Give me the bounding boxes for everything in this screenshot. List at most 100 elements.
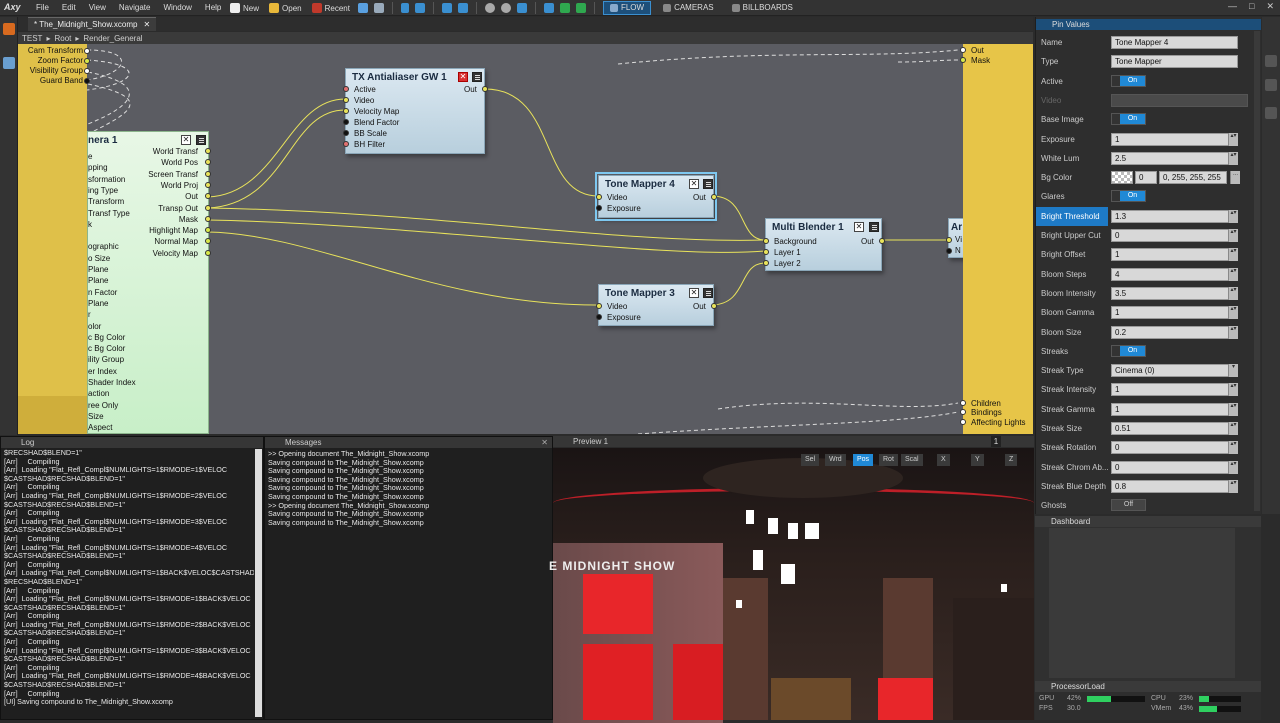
pin-value-select[interactable]: Cinema (0): [1111, 364, 1238, 378]
node-menu-icon[interactable]: [472, 72, 482, 82]
preview-viewport[interactable]: E MIDNIGHT SHOW: [549, 448, 1034, 723]
pin-row[interactable]: Base Image On: [1036, 110, 1262, 129]
pin-row[interactable]: Bloom Steps 4 ▴▾: [1036, 265, 1262, 284]
pin-dot[interactable]: [205, 181, 211, 188]
pin-row[interactable]: Streaks On: [1036, 342, 1262, 361]
mode-flow[interactable]: FLOW: [602, 1, 652, 15]
lock-icon[interactable]: [1265, 107, 1277, 119]
pin-dot[interactable]: [343, 97, 349, 103]
toggle-switch[interactable]: On: [1111, 190, 1146, 203]
pin-dot[interactable]: [205, 170, 211, 177]
pin-value-field[interactable]: Tone Mapper: [1111, 55, 1238, 69]
pin-value-field[interactable]: 1: [1111, 306, 1238, 320]
stop-icon[interactable]: [414, 3, 425, 13]
pin-value-field[interactable]: 1: [1111, 132, 1238, 146]
spinner-icon[interactable]: ▴▾: [1228, 229, 1238, 242]
pin-dot[interactable]: [960, 419, 966, 425]
toggle-switch[interactable]: On: [1111, 344, 1146, 357]
pin-value-field[interactable]: Tone Mapper 4: [1111, 36, 1238, 49]
pin-row[interactable]: Streak Gamma 1 ▴▾: [1036, 400, 1262, 419]
pin-value-field[interactable]: 0.51: [1111, 422, 1238, 435]
color-picker-button[interactable]: ...: [1230, 171, 1240, 185]
recent-button[interactable]: Recent: [310, 1, 352, 15]
antialiaser-node[interactable]: TX Antialiaser GW 1 ✕ Active Video Veloc…: [343, 68, 488, 154]
mode-billboards[interactable]: BILLBOARDS: [726, 1, 799, 15]
pin-value-field[interactable]: 1: [1111, 248, 1238, 262]
pin-row[interactable]: Bloom Gamma 1 ▴▾: [1036, 303, 1262, 322]
pin-dot[interactable]: [84, 68, 90, 74]
maximize-icon[interactable]: □: [1249, 1, 1254, 12]
save-icon[interactable]: [357, 3, 368, 13]
pin-dot[interactable]: [763, 249, 769, 255]
tone-mapper-4-node[interactable]: Tone Mapper 4 ✕ Video Exposure Out: [595, 172, 717, 221]
pin-dot[interactable]: [596, 314, 602, 320]
pin-dot[interactable]: [879, 238, 885, 244]
document-tab[interactable]: * The_Midnight_Show.xcomp ✕: [28, 17, 157, 31]
pin-row[interactable]: Bright Threshold 1.3 ▴▾: [1036, 206, 1262, 226]
mode-sel-button[interactable]: Sel: [801, 454, 820, 466]
zoom-in-icon[interactable]: [484, 3, 495, 13]
spinner-icon[interactable]: ▴▾: [1228, 286, 1238, 300]
axis-x-button[interactable]: X: [937, 454, 950, 466]
spinner-icon[interactable]: ▴▾: [1228, 422, 1238, 435]
pin-value-field[interactable]: 1: [1111, 383, 1238, 397]
close-node-icon[interactable]: ✕: [689, 288, 699, 298]
pin-row[interactable]: Streak Size 0.51 ▴▾: [1036, 419, 1262, 438]
pin-dot[interactable]: [596, 194, 602, 200]
axis-y-button[interactable]: Y: [971, 454, 984, 466]
pin-row[interactable]: Exposure 1 ▴▾: [1036, 130, 1262, 149]
pin-dot[interactable]: [960, 47, 966, 53]
spinner-icon[interactable]: ▴▾: [1228, 460, 1238, 474]
spinner-icon[interactable]: ▴▾: [1228, 306, 1238, 320]
pin-row[interactable]: Bg Color 0 0, 255, 255, 255...: [1036, 168, 1262, 187]
mode-wrd-button[interactable]: Wrd: [825, 454, 846, 466]
pin-dot[interactable]: [482, 86, 488, 92]
breadcrumb-item[interactable]: Root: [54, 34, 71, 43]
menu-file[interactable]: File: [36, 3, 49, 12]
pin-value-field[interactable]: 0: [1111, 229, 1238, 242]
minimize-icon[interactable]: —: [1228, 1, 1237, 12]
pin-row[interactable]: Video: [1036, 91, 1262, 110]
transform-icon[interactable]: [516, 3, 527, 13]
undo-icon[interactable]: [441, 3, 452, 13]
menu-navigate[interactable]: Navigate: [119, 3, 151, 12]
multi-blender-node[interactable]: Multi Blender 1 ✕ Background Layer 1 Lay…: [763, 218, 885, 271]
preview-number[interactable]: 1: [991, 436, 1001, 447]
mode-rot-button[interactable]: Rot: [879, 454, 898, 466]
spinner-icon[interactable]: ▴▾: [1228, 132, 1238, 146]
tone-mapper-3-node[interactable]: Tone Mapper 3 ✕ Video Exposure Out: [596, 284, 717, 326]
color-value-field[interactable]: 0, 255, 255, 255: [1159, 171, 1227, 185]
pin-dot[interactable]: [711, 194, 717, 200]
pin-value-field[interactable]: 0: [1111, 441, 1238, 455]
pin-dot[interactable]: [763, 238, 769, 244]
pin-dot[interactable]: [205, 204, 211, 211]
close-node-icon[interactable]: ✕: [181, 135, 191, 145]
spinner-icon[interactable]: ▴▾: [1228, 383, 1238, 397]
pin-value-field[interactable]: 4: [1111, 267, 1238, 281]
pin-dot[interactable]: [84, 58, 90, 64]
zoom-out-icon[interactable]: [500, 3, 511, 13]
pin-value-field[interactable]: 3.5: [1111, 286, 1238, 300]
save-all-icon[interactable]: [373, 3, 384, 13]
pin-dot[interactable]: [960, 400, 966, 406]
scrollbar[interactable]: [1254, 31, 1260, 511]
menu-window[interactable]: Window: [163, 3, 191, 12]
close-panel-icon[interactable]: ✕: [541, 438, 548, 447]
new-button[interactable]: New: [228, 1, 261, 15]
output-node[interactable]: [963, 44, 1033, 434]
layers-icon[interactable]: [3, 23, 15, 35]
pin-dot[interactable]: [960, 57, 966, 63]
toggle-switch[interactable]: On: [1111, 74, 1146, 87]
pin-row[interactable]: Glares On: [1036, 187, 1262, 206]
scrollbar[interactable]: [255, 449, 262, 717]
pin-value-field[interactable]: 1: [1111, 402, 1238, 416]
open-button[interactable]: Open: [267, 1, 304, 15]
mode-scal-button[interactable]: Scal: [901, 454, 923, 466]
pin-row[interactable]: Name Tone Mapper 4: [1036, 33, 1262, 52]
pin-row[interactable]: Ghosts Off: [1036, 496, 1262, 515]
spinner-icon[interactable]: ▴▾: [1228, 479, 1238, 493]
properties-icon[interactable]: [1265, 55, 1277, 67]
chevron-down-icon[interactable]: ▾: [1228, 364, 1238, 378]
pin-dot[interactable]: [343, 86, 349, 92]
spinner-icon[interactable]: ▴▾: [1228, 248, 1238, 262]
